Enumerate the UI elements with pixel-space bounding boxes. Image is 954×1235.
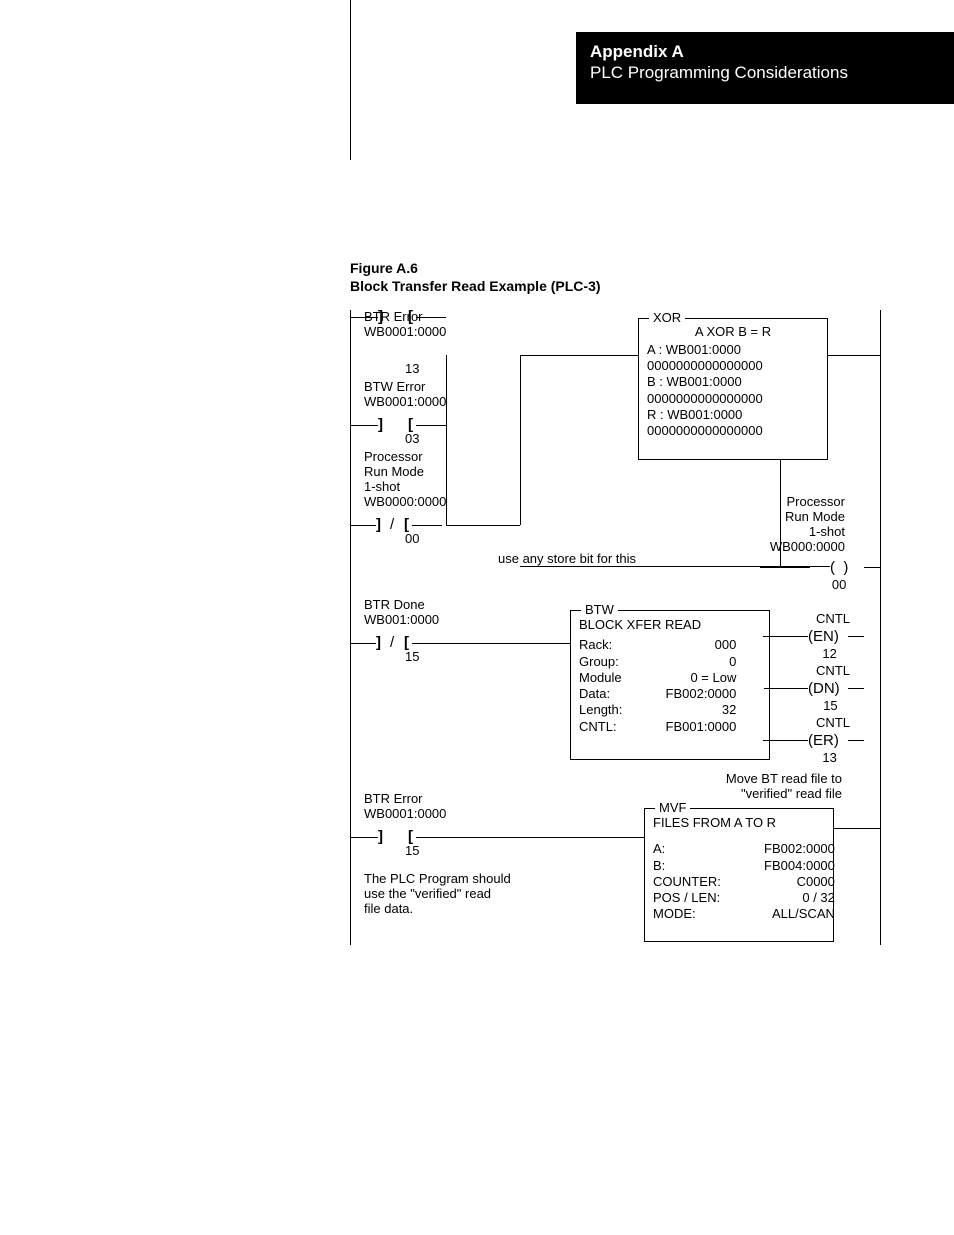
r1-mid-v xyxy=(520,355,521,525)
r1-c1-bit: 13 xyxy=(405,362,419,377)
page: Appendix A PLC Programming Consideration… xyxy=(0,0,954,1235)
mvf-table: A:FB002:0000 B:FB004:0000 COUNTER:C0000 … xyxy=(653,841,839,922)
r1-c1-label: BTR Error WB0001:0000 xyxy=(364,310,446,340)
r1-out-hwire xyxy=(520,566,780,567)
vertical-rule xyxy=(350,0,351,160)
xor-Av: 0000000000000000 xyxy=(647,358,819,374)
r1-c2-label: BTW Error WB0001:0000 xyxy=(364,380,446,410)
r2-en-top: CNTL xyxy=(810,612,850,627)
appendix-title: Appendix A xyxy=(590,42,940,62)
btw-table: Rack:000 Group:0 Module0 = Low Data:FB00… xyxy=(579,637,740,735)
r1-out-coil: ( ) 00 xyxy=(830,559,848,576)
appendix-header: Appendix A PLC Programming Consideration… xyxy=(576,32,954,104)
xor-B: B : WB001:0000 xyxy=(647,374,819,390)
power-rail-left xyxy=(350,310,351,945)
btw-heading: BLOCK XFER READ xyxy=(579,617,761,633)
r1-xor-to-rail xyxy=(828,355,880,356)
figure-caption: Figure A.6 Block Transfer Read Example (… xyxy=(350,260,601,295)
xor-Bv: 0000000000000000 xyxy=(647,391,819,407)
r1-storebit-note: use any store bit for this xyxy=(498,552,636,567)
mvf-title: MVF xyxy=(655,800,690,816)
xor-Rv: 0000000000000000 xyxy=(647,423,819,439)
r3-hwire xyxy=(446,837,644,838)
appendix-subtitle: PLC Programming Considerations xyxy=(590,62,940,84)
r2-en-bit: 12 xyxy=(822,646,836,661)
r2-er-top: CNTL xyxy=(810,716,850,731)
r1-c3-label: Processor Run Mode 1-shot WB0000:0000 xyxy=(364,450,446,510)
r1-out-to-coil xyxy=(780,566,830,567)
xor-title: XOR xyxy=(649,310,685,326)
figure-title: Block Transfer Read Example (PLC-3) xyxy=(350,278,601,294)
r2-dn-bit: 15 xyxy=(823,698,837,713)
btw-title: BTW xyxy=(581,602,618,618)
r1-hwire-mid xyxy=(446,525,520,526)
r1-c2-bit: 03 xyxy=(405,432,419,447)
r1-xor-box: XOR A XOR B = R A : WB001:0000 000000000… xyxy=(638,318,828,460)
r3-c1-bit: 15 xyxy=(405,844,419,859)
r2-er-bit: 13 xyxy=(822,750,836,765)
power-rail-right xyxy=(880,310,881,945)
r1-out-label: Processor Run Mode 1-shot WB000:0000 xyxy=(745,495,845,555)
r2-dn-coil: (DN) 15 xyxy=(808,680,840,697)
r2-c1-bit: 15 xyxy=(405,650,419,665)
r1-c3-bit: 00 xyxy=(405,532,419,547)
r1-hwire-to-xor xyxy=(520,355,638,356)
r3-mvf-box: MVF FILES FROM A TO R A:FB002:0000 B:FB0… xyxy=(644,808,834,942)
r2-btw-box: BTW BLOCK XFER READ Rack:000 Group:0 Mod… xyxy=(570,610,770,760)
r3-program-note: The PLC Program should use the "verified… xyxy=(364,872,511,917)
xor-eq: A XOR B = R xyxy=(647,325,819,340)
figure-number: Figure A.6 xyxy=(350,260,418,276)
r2-er-coil: (ER) 13 xyxy=(808,732,839,749)
r1-out-bit: 00 xyxy=(832,577,846,592)
mvf-heading: FILES FROM A TO R xyxy=(653,815,825,831)
r2-hwire xyxy=(442,643,570,644)
r3-c1-label: BTR Error WB0001:0000 xyxy=(364,792,446,822)
r2-dn-top: CNTL xyxy=(810,664,850,679)
r1-branch-v xyxy=(446,355,447,525)
r3-top-note: Move BT read file to "verified" read fil… xyxy=(702,772,842,802)
r2-en-coil: (EN) 12 xyxy=(808,628,839,645)
xor-A: A : WB001:0000 xyxy=(647,342,819,358)
xor-R: R : WB001:0000 xyxy=(647,407,819,423)
r3-mvf-to-rail xyxy=(834,828,880,829)
r2-c1-label: BTR Done WB001:0000 xyxy=(364,598,439,628)
